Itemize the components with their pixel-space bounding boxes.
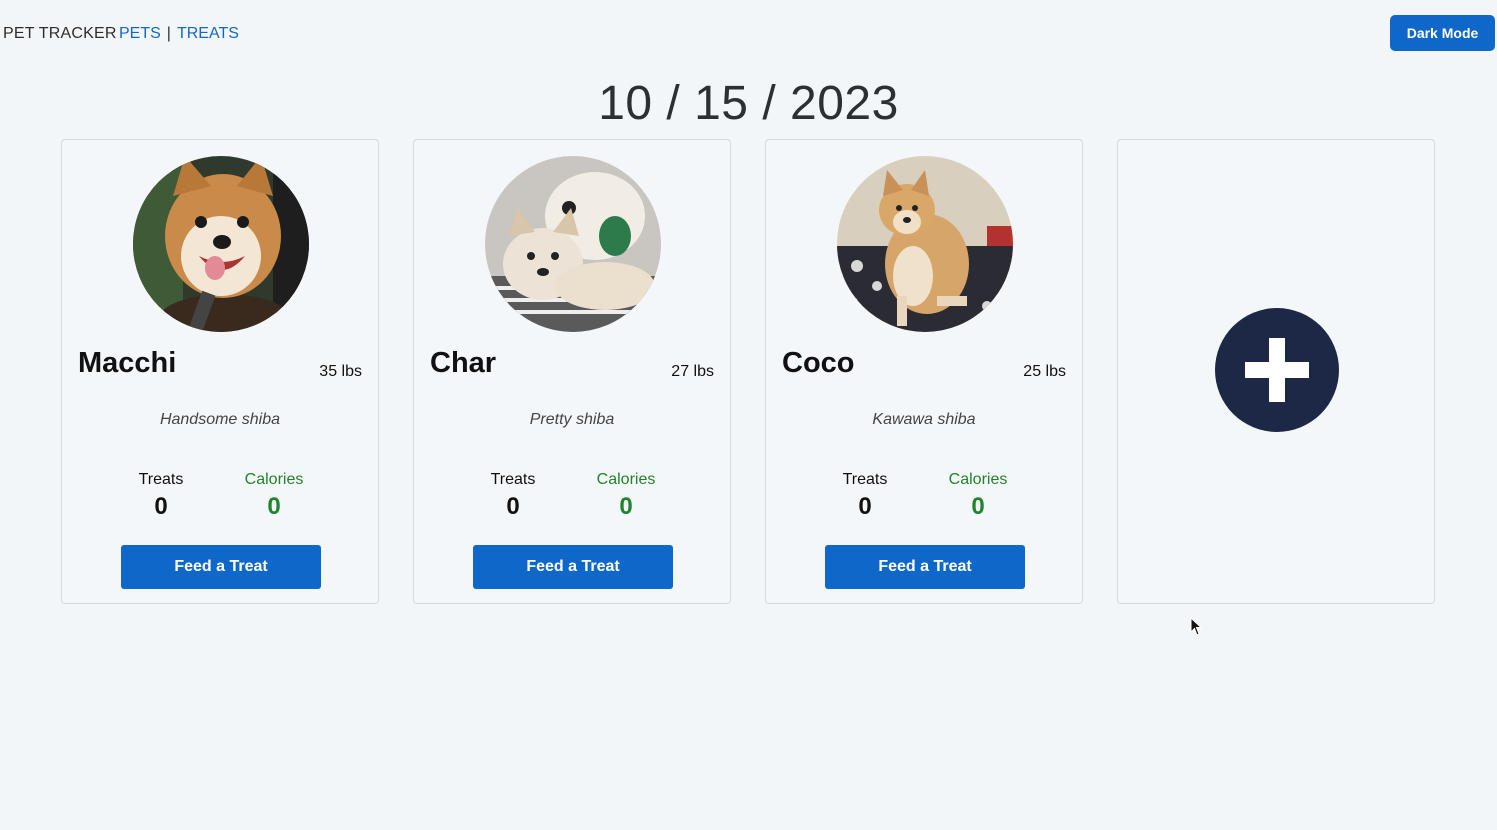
pet-description: Pretty shiba: [529, 411, 615, 428]
pet-description: Handsome shiba: [159, 411, 281, 428]
pet-name: Coco: [782, 347, 855, 379]
dark-mode-button[interactable]: Dark Mode: [1390, 15, 1495, 51]
treats-stat: Treats 0: [111, 471, 211, 521]
treats-label: Treats: [138, 471, 184, 488]
pet-name: Char: [430, 347, 497, 379]
app-brand: PET TRACKER: [3, 25, 117, 42]
treats-stat: Treats 0: [815, 471, 915, 521]
pet-weight: 27 lbs: [671, 363, 714, 380]
nav-separator: |: [166, 25, 171, 42]
pet-name: Macchi: [78, 347, 177, 379]
pet-weight: 35 lbs: [319, 363, 362, 380]
calories-stat: Calories 0: [224, 471, 324, 521]
plus-icon: [1245, 338, 1309, 402]
nav-link-pets[interactable]: PETS: [119, 25, 161, 42]
top-navbar: PET TRACKER PETS | TREATS Dark Mode: [0, 0, 1497, 66]
treats-label: Treats: [842, 471, 888, 488]
calories-label: Calories: [948, 471, 1008, 488]
calories-stat: Calories 0: [576, 471, 676, 521]
pet-card-char: Char 27 lbs Pretty shiba Treats 0 Calori…: [413, 139, 731, 604]
treats-value: 0: [506, 493, 520, 520]
feed-treat-button[interactable]: Feed a Treat: [121, 545, 321, 589]
treats-value: 0: [154, 493, 168, 520]
treats-value: 0: [858, 493, 872, 520]
pet-description: Kawawa shiba: [872, 411, 976, 428]
add-pet-card[interactable]: [1117, 139, 1435, 604]
treats-label: Treats: [490, 471, 536, 488]
calories-label: Calories: [244, 471, 304, 488]
calories-value: 0: [971, 493, 985, 520]
nav-link-treats[interactable]: TREATS: [177, 25, 239, 42]
feed-treat-button[interactable]: Feed a Treat: [825, 545, 1025, 589]
calories-label: Calories: [596, 471, 656, 488]
calories-value: 0: [267, 493, 281, 520]
calories-value: 0: [619, 493, 633, 520]
pet-card-macchi: Macchi 35 lbs Handsome shiba Treats 0 Ca…: [61, 139, 379, 604]
pet-weight: 25 lbs: [1023, 363, 1066, 380]
pet-photo-char: [485, 156, 661, 332]
calories-stat: Calories 0: [928, 471, 1028, 521]
current-date: 10 / 15 / 2023: [598, 77, 899, 130]
feed-treat-button[interactable]: Feed a Treat: [473, 545, 673, 589]
main-nav: PETS | TREATS: [119, 25, 239, 43]
add-pet-button[interactable]: [1215, 308, 1339, 432]
pet-photo-macchi: [133, 156, 309, 332]
pet-photo-coco: [837, 156, 1013, 332]
mouse-cursor-icon: [1190, 616, 1204, 642]
treats-stat: Treats 0: [463, 471, 563, 521]
pet-card-coco: Coco 25 lbs Kawawa shiba Treats 0 Calori…: [765, 139, 1083, 604]
